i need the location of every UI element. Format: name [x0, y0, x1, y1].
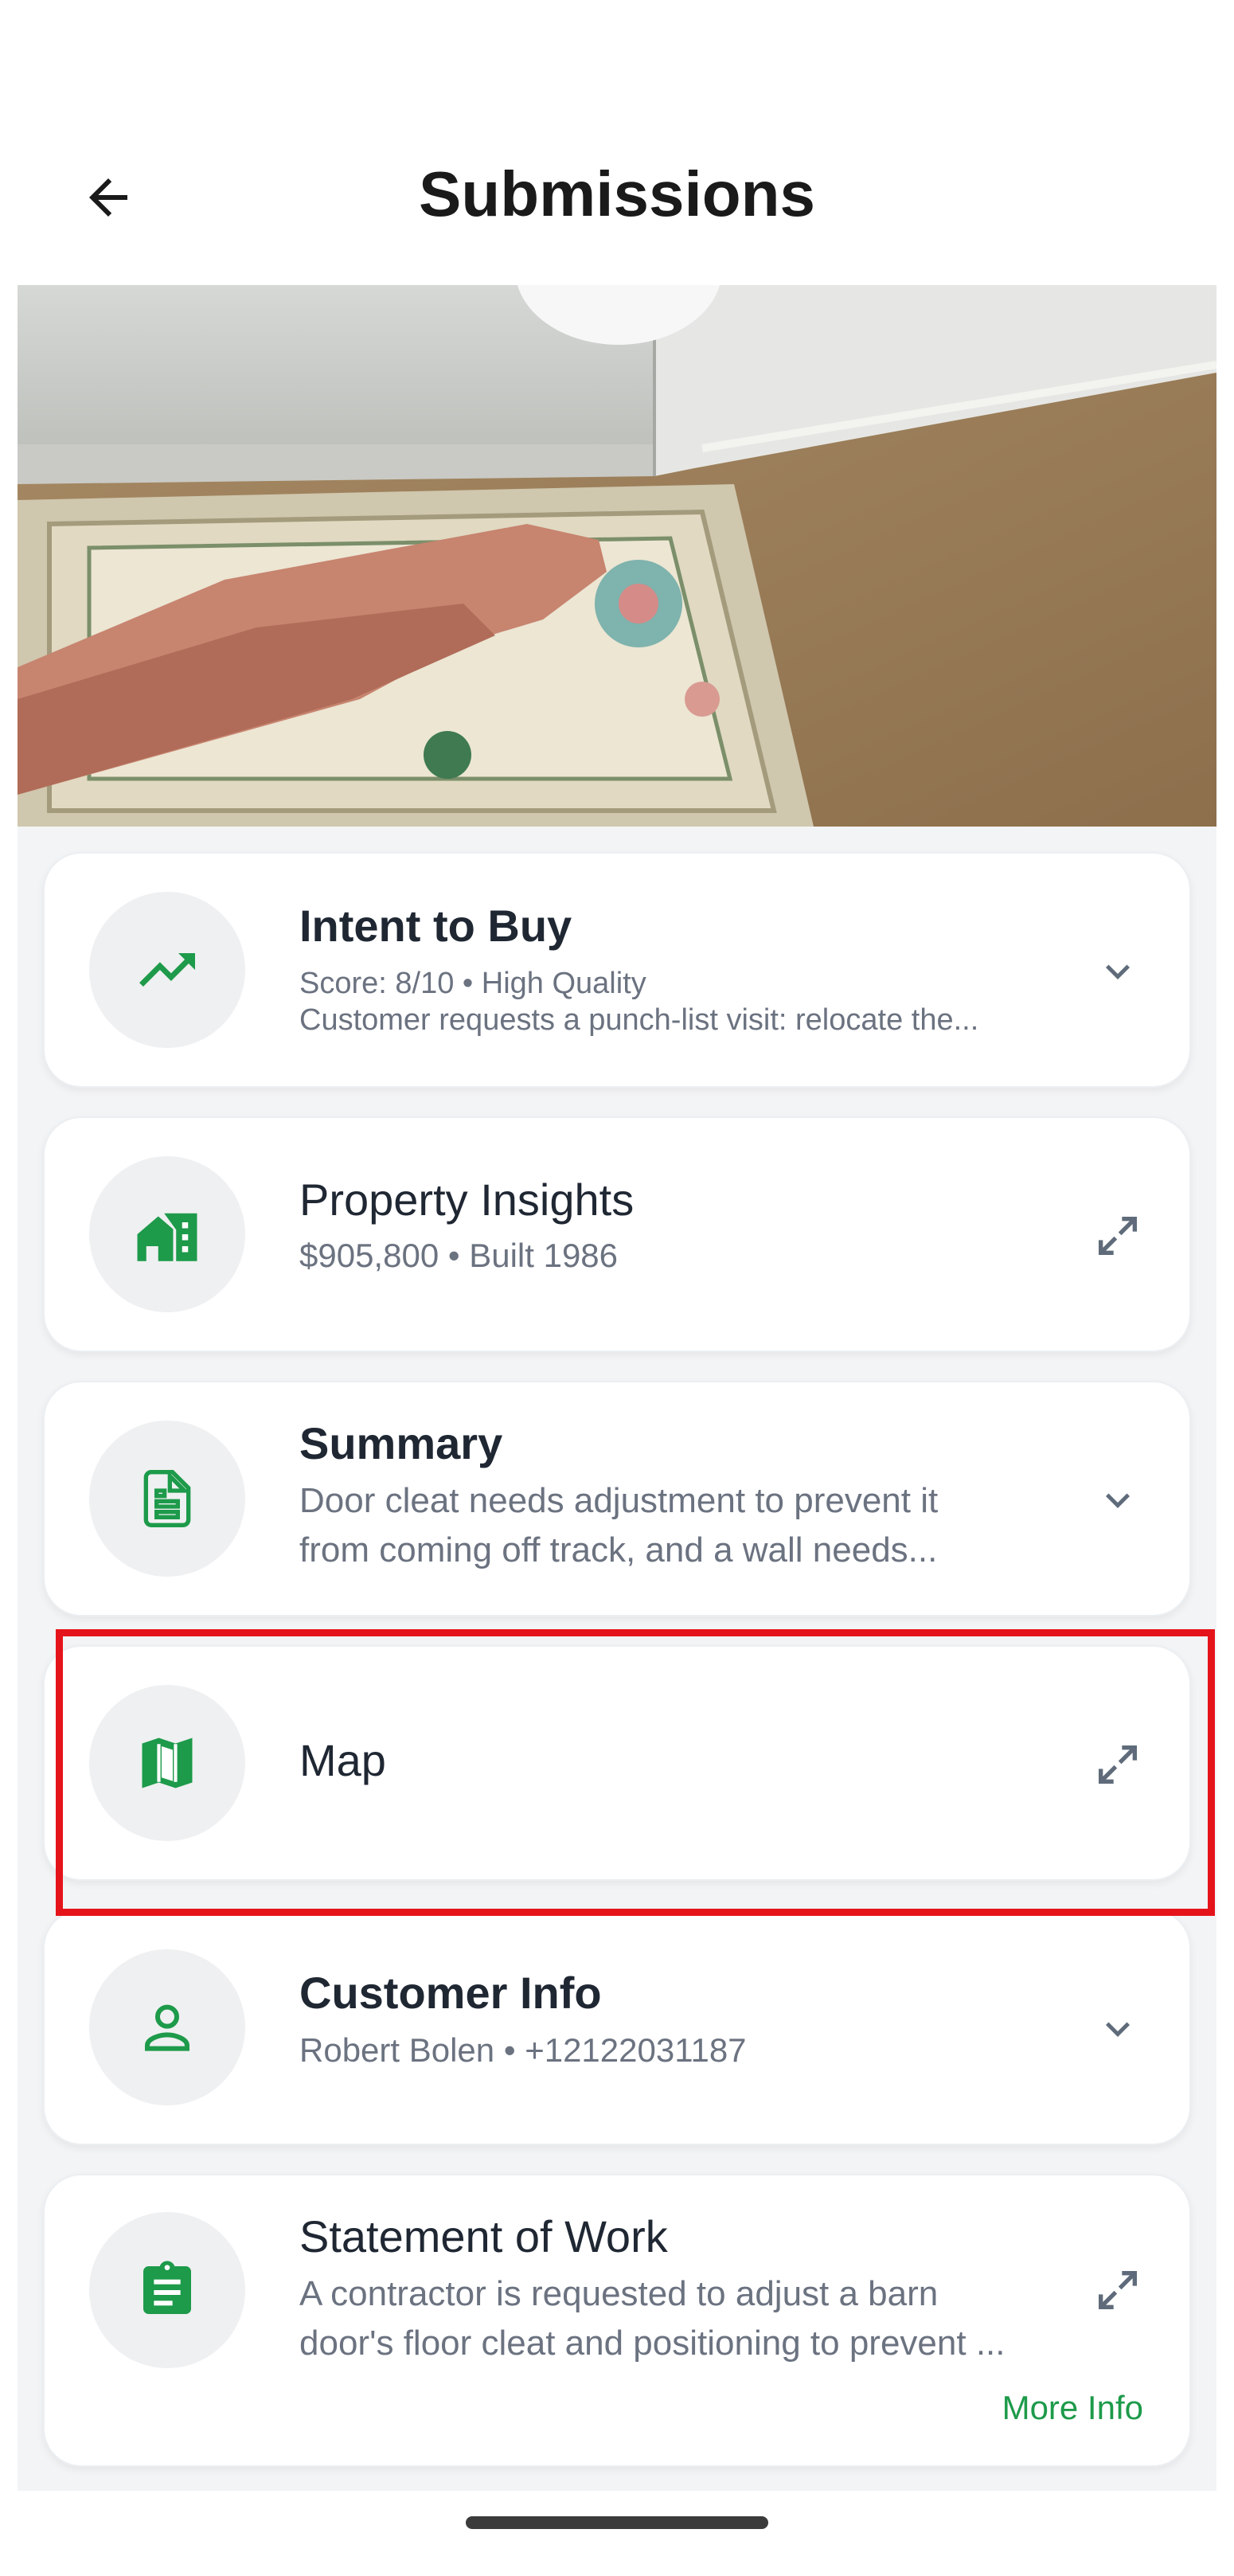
- card-subtitle: Score: 8/10 • High Quality: [299, 967, 646, 1000]
- chevron-down-icon: [1106, 1493, 1130, 1508]
- chevron-down-icon: [1106, 2022, 1130, 2037]
- expand-icon: [1099, 1217, 1137, 1255]
- intent-icon-container: [89, 892, 245, 1048]
- card-subtitle: Robert Bolen • +12122031187: [299, 2032, 747, 2069]
- property-icon-container: [89, 1156, 245, 1312]
- open-property-button[interactable]: [1086, 1204, 1150, 1268]
- card-description: Door cleat needs adjustment to prevent i…: [299, 1476, 1080, 1575]
- card-title: Intent to Buy: [299, 901, 572, 951]
- card-title: Summary: [299, 1418, 503, 1468]
- card-description: Customer requests a punch-list visit: re…: [299, 1003, 979, 1037]
- open-map-button[interactable]: [1086, 1733, 1150, 1796]
- trending-up-icon: [139, 953, 195, 987]
- description-line: A contractor is requested to adjust a ba…: [299, 2274, 939, 2313]
- map-card[interactable]: Map: [43, 1645, 1191, 1881]
- description-line: door's floor cleat and positioning to pr…: [299, 2324, 1006, 2363]
- property-insights-card[interactable]: Property Insights $905,800 • Built 1986: [43, 1116, 1191, 1352]
- customer-info-card[interactable]: Customer Info Robert Bolen • +1212203118…: [43, 1910, 1191, 2145]
- open-sow-button[interactable]: [1086, 2258, 1150, 2322]
- page-title: Submissions: [419, 158, 815, 229]
- clipboard-icon: [143, 2261, 191, 2314]
- customer-icon-container: [89, 1949, 245, 2105]
- card-description: A contractor is requested to adjust a ba…: [299, 2269, 1080, 2368]
- card-title: Map: [299, 1735, 386, 1785]
- sow-icon-container: [89, 2212, 245, 2368]
- statement-of-work-card[interactable]: Statement of Work A contractor is reques…: [43, 2174, 1191, 2467]
- summary-icon-container: [89, 1421, 245, 1577]
- expand-chevron-button[interactable]: [1086, 940, 1150, 1003]
- map-icon-container: [89, 1685, 245, 1841]
- intent-to-buy-card[interactable]: Intent to Buy Score: 8/10 • High Quality…: [43, 852, 1191, 1088]
- card-title: Property Insights: [299, 1175, 635, 1225]
- summary-card[interactable]: Summary Door cleat needs adjustment to p…: [43, 1381, 1191, 1616]
- document-icon: [143, 1470, 191, 1527]
- card-title: Statement of Work: [299, 2211, 668, 2261]
- person-icon: [145, 2004, 189, 2051]
- expand-icon: [1099, 1745, 1137, 1784]
- more-info-link[interactable]: More Info: [1002, 2389, 1143, 2427]
- description-line: from coming off track, and a wall needs.…: [299, 1530, 938, 1569]
- card-title: Customer Info: [299, 1968, 602, 2018]
- description-line: Door cleat needs adjustment to prevent i…: [299, 1481, 939, 1520]
- video-thumbnail[interactable]: [18, 285, 1216, 827]
- map-icon: [142, 1738, 193, 1788]
- app-header: Submissions: [0, 0, 1234, 285]
- expand-icon: [1099, 2271, 1137, 2309]
- card-subtitle: $905,800 • Built 1986: [299, 1237, 619, 1274]
- expand-chevron-button[interactable]: [1086, 1468, 1150, 1532]
- expand-chevron-button[interactable]: [1086, 1997, 1150, 2061]
- submission-content: Intent to Buy Score: 8/10 • High Quality…: [18, 285, 1216, 2491]
- home-indicator[interactable]: [466, 2516, 768, 2529]
- house-icon: [137, 1213, 197, 1261]
- chevron-down-icon: [1106, 964, 1130, 979]
